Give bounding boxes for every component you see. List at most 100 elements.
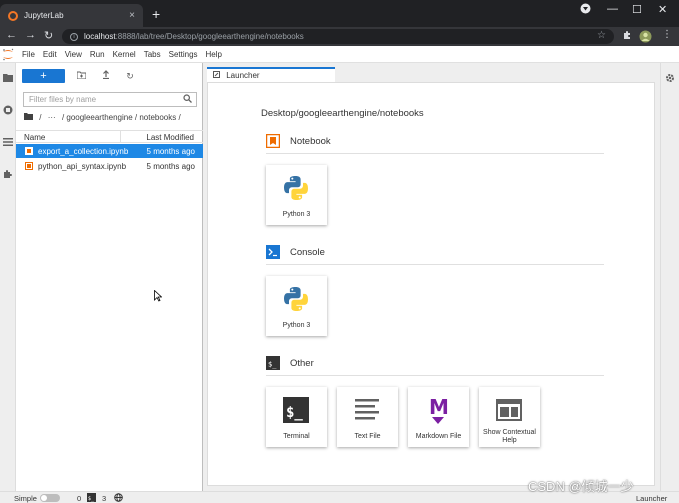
back-button[interactable]: ←: [6, 29, 17, 41]
browser-tab-title: JupyterLab: [24, 11, 64, 20]
extensions-icon[interactable]: [622, 30, 632, 43]
file-modified: 5 months ago: [146, 147, 195, 156]
file-filter-box: [23, 92, 197, 107]
card-label: Python 3: [282, 322, 311, 329]
url-path: :8888/lab/tree/Desktop/googleearthengine…: [115, 32, 304, 41]
main-dock-area: Launcher Desktop/googleearthengine/noteb…: [203, 63, 660, 491]
breadcrumb-home-icon[interactable]: [24, 113, 35, 122]
menu-edit[interactable]: Edit: [43, 50, 65, 59]
menu-file[interactable]: File: [22, 50, 43, 59]
running-sessions-icon[interactable]: [3, 105, 13, 115]
address-bar[interactable]: i localhost:8888/lab/tree/Desktop/google…: [62, 29, 614, 44]
console-section-title: Console: [290, 247, 325, 258]
section-divider: [266, 264, 604, 265]
refresh-icon[interactable]: ↻: [123, 69, 137, 83]
section-divider: [266, 375, 604, 376]
card-contextual-help[interactable]: Show Contextual Help: [479, 387, 540, 447]
file-list-header: Name Last Modified: [16, 130, 203, 143]
tab-launcher[interactable]: Launcher: [207, 67, 335, 82]
text-file-icon: [352, 395, 382, 425]
contextual-help-icon: [494, 395, 524, 425]
other-section-title: Other: [290, 358, 314, 369]
kernels-count[interactable]: 0: [77, 494, 81, 503]
card-terminal[interactable]: $_ Terminal: [266, 387, 327, 447]
notebook-section-icon: [265, 133, 281, 149]
bookmark-star-icon[interactable]: ☆: [597, 30, 606, 41]
column-divider[interactable]: [120, 131, 121, 143]
language-globe-icon[interactable]: [114, 493, 123, 503]
markdown-icon: M: [423, 395, 453, 425]
property-inspector-gear-icon[interactable]: [665, 73, 675, 86]
card-label: Terminal: [283, 433, 310, 440]
reload-button[interactable]: ↻: [44, 29, 53, 42]
new-launcher-button[interactable]: +: [22, 69, 65, 83]
file-row[interactable]: python_api_syntax.ipynb 5 months ago: [16, 159, 203, 173]
menu-view[interactable]: View: [65, 50, 90, 59]
menu-kernel[interactable]: Kernel: [113, 50, 144, 59]
mouse-cursor-icon: [154, 289, 163, 305]
card-label: Python 3: [282, 211, 311, 218]
console-section-icon: [266, 245, 280, 259]
new-tab-button[interactable]: +: [152, 6, 160, 22]
window-close-button[interactable]: ✕: [658, 3, 667, 16]
python-logo-icon: [281, 173, 311, 203]
window-minimize-button[interactable]: —: [607, 3, 618, 15]
section-divider: [266, 153, 604, 154]
menu-list: File Edit View Run Kernel Tabs Settings …: [22, 46, 230, 63]
new-folder-icon[interactable]: [74, 69, 88, 83]
notebook-file-icon: [25, 162, 33, 170]
file-name: export_a_collection.ipynb: [38, 147, 129, 156]
simple-mode-label: Simple: [14, 494, 37, 503]
launcher-tab-icon: [213, 71, 222, 80]
file-browser-panel: + ↻ / ··· / googleearthengine / notebook…: [16, 63, 203, 491]
upload-icon[interactable]: [99, 69, 113, 83]
url-host: localhost: [84, 32, 116, 41]
terminal-icon-text: $_: [286, 405, 303, 421]
column-name-header[interactable]: Name: [24, 133, 45, 142]
card-markdown-file[interactable]: M Markdown File: [408, 387, 469, 447]
tab-launcher-label: Launcher: [226, 71, 260, 80]
launcher-path: Desktop/googleearthengine/notebooks: [261, 108, 424, 119]
extension-manager-icon[interactable]: [3, 169, 13, 179]
window-maximize-button[interactable]: ☐: [632, 3, 642, 16]
card-text-file[interactable]: Text File: [337, 387, 398, 447]
card-label: Text File: [354, 433, 381, 440]
tab-close-icon[interactable]: ×: [129, 10, 135, 21]
profile-avatar-icon[interactable]: [639, 30, 652, 46]
file-modified: 5 months ago: [146, 162, 195, 171]
column-modified-header[interactable]: Last Modified: [146, 133, 194, 142]
terminal-status-icon-text: $_: [88, 496, 95, 502]
file-name: python_api_syntax.ipynb: [38, 162, 127, 171]
notebook-file-icon: [25, 147, 33, 155]
terminals-count[interactable]: 3: [102, 494, 106, 503]
card-python3-console[interactable]: Python 3: [266, 276, 327, 336]
jupyter-menubar: File Edit View Run Kernel Tabs Settings …: [0, 46, 679, 63]
site-info-icon[interactable]: i: [70, 32, 78, 41]
browser-menu-icon[interactable]: ⋮: [662, 29, 672, 40]
command-palette-icon[interactable]: [3, 137, 13, 147]
file-filter-input[interactable]: [24, 93, 174, 106]
menu-run[interactable]: Run: [90, 50, 113, 59]
menu-settings[interactable]: Settings: [169, 50, 206, 59]
breadcrumb-path[interactable]: / googleearthengine / notebooks /: [62, 113, 181, 122]
markdown-icon-text: M: [429, 395, 449, 419]
forward-button[interactable]: →: [25, 29, 36, 41]
file-row[interactable]: export_a_collection.ipynb 5 months ago: [16, 144, 203, 158]
browser-tab[interactable]: JupyterLab ×: [0, 4, 143, 27]
notebook-section-title: Notebook: [290, 136, 331, 147]
menu-help[interactable]: Help: [206, 50, 230, 59]
breadcrumb-ellipsis[interactable]: ···: [48, 113, 56, 122]
card-label: Markdown File: [415, 433, 462, 440]
card-python3-notebook[interactable]: Python 3: [266, 165, 327, 225]
simple-mode-toggle[interactable]: [40, 494, 60, 502]
status-launcher-label: Launcher: [636, 494, 668, 503]
terminal-icon: $_: [281, 395, 311, 425]
breadcrumb-root[interactable]: /: [39, 113, 41, 122]
other-section-icon-text: $_: [268, 361, 277, 369]
right-activity-bar: [660, 63, 679, 491]
launcher-panel: Desktop/googleearthengine/notebooks Note…: [207, 82, 655, 486]
folder-icon[interactable]: [3, 73, 13, 83]
profile-download-icon[interactable]: [580, 3, 591, 17]
jupyter-logo-icon: [2, 48, 14, 61]
menu-tabs[interactable]: Tabs: [144, 50, 169, 59]
